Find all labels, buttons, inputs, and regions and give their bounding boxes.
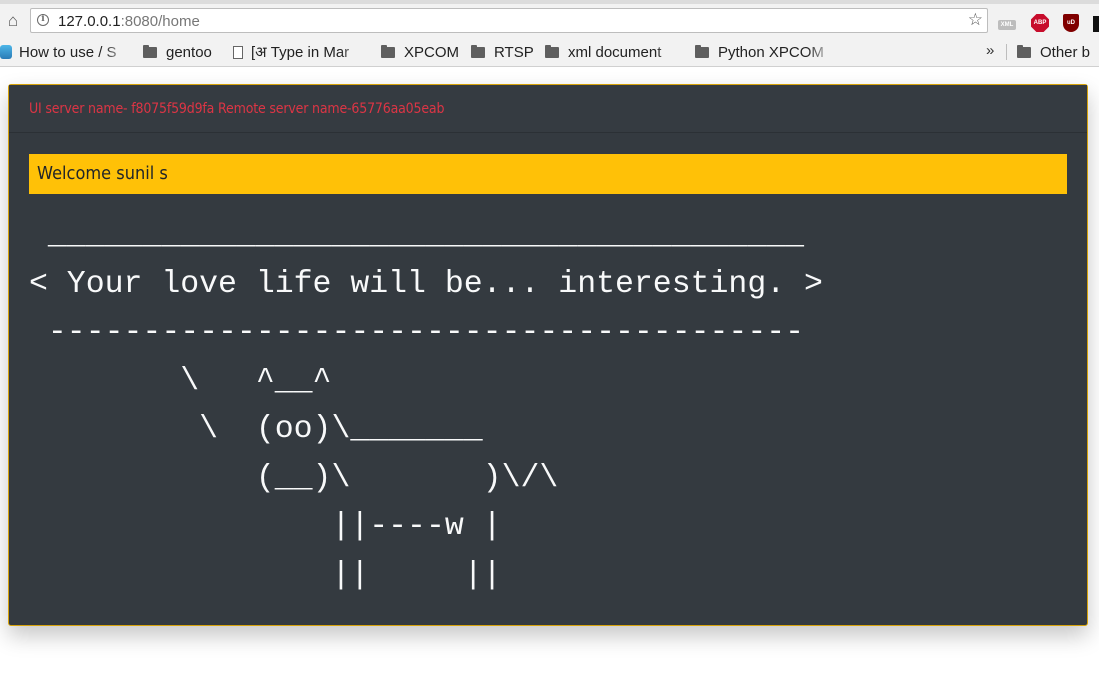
welcome-banner: Welcome sunil s (29, 154, 1067, 194)
bookmark-label: gentoo (166, 43, 212, 61)
home-icon[interactable]: ⌂ (3, 10, 23, 30)
url-host: 127.0.0.1 (58, 13, 121, 30)
bookmark-xpcom[interactable]: XPCOM (381, 38, 461, 66)
folder-icon (545, 44, 559, 58)
bookmark-other-bookmarks[interactable]: Other b (1017, 38, 1099, 66)
bookmarks-bar: How to use / S gentoo [अ Type in Mar XPC… (0, 38, 1099, 67)
info-icon[interactable]: i (37, 14, 49, 26)
bookmark-label: RTSP (494, 43, 534, 61)
server-info-text: UI server name- f8075f59d9fa Remote serv… (29, 101, 445, 117)
browser-menu-button[interactable] (1093, 16, 1099, 32)
bookmark-how-to-use[interactable]: How to use / S (0, 38, 130, 66)
star-icon[interactable]: ☆ (968, 10, 983, 30)
content-card: UI server name- f8075f59d9fa Remote serv… (8, 84, 1088, 626)
bookmark-label: [अ Type in Mar (251, 44, 350, 61)
cowsay-fortune: ________________________________________… (29, 218, 823, 593)
bookmark-label: XPCOM (404, 43, 460, 61)
address-bar[interactable]: i 127.0.0.1:8080/home ☆ (30, 8, 988, 33)
page-icon (233, 45, 243, 59)
bookmark-python-xpcom[interactable]: Python XPCOM (695, 38, 835, 66)
url-text[interactable]: 127.0.0.1:8080/home (58, 13, 200, 30)
bookmark-gentoo[interactable]: gentoo (143, 38, 223, 66)
folder-icon (471, 44, 485, 58)
card-header: UI server name- f8075f59d9fa Remote serv… (9, 85, 1087, 133)
bookmark-label: Python XPCOM (718, 43, 824, 61)
folder-icon (143, 44, 157, 58)
xml-extension-icon[interactable]: XML (998, 20, 1016, 30)
folder-icon (381, 44, 395, 58)
bookmark-type-in-marathi[interactable]: [अ Type in Mar (233, 38, 367, 66)
browser-toolbar: ⌂ i 127.0.0.1:8080/home ☆ XML ABP uD (0, 4, 1099, 38)
url-path: :8080/home (120, 13, 200, 30)
bookmark-label: Other b (1040, 43, 1091, 61)
welcome-text: Welcome sunil s (37, 163, 168, 184)
ublock-icon[interactable]: uD (1063, 14, 1079, 32)
folder-icon (695, 44, 709, 58)
bookmarks-overflow-chevron-icon[interactable]: » (986, 42, 994, 59)
bookmark-label: xml document (568, 43, 662, 61)
bookmark-rtsp[interactable]: RTSP (471, 38, 537, 66)
folder-icon (1017, 44, 1031, 58)
bookmarks-divider (1006, 44, 1007, 60)
adblock-plus-icon[interactable]: ABP (1031, 14, 1049, 32)
chrome-favicon-icon (0, 45, 12, 59)
bookmark-label: How to use / S (19, 43, 117, 61)
bookmark-xml-document[interactable]: xml document (545, 38, 683, 66)
